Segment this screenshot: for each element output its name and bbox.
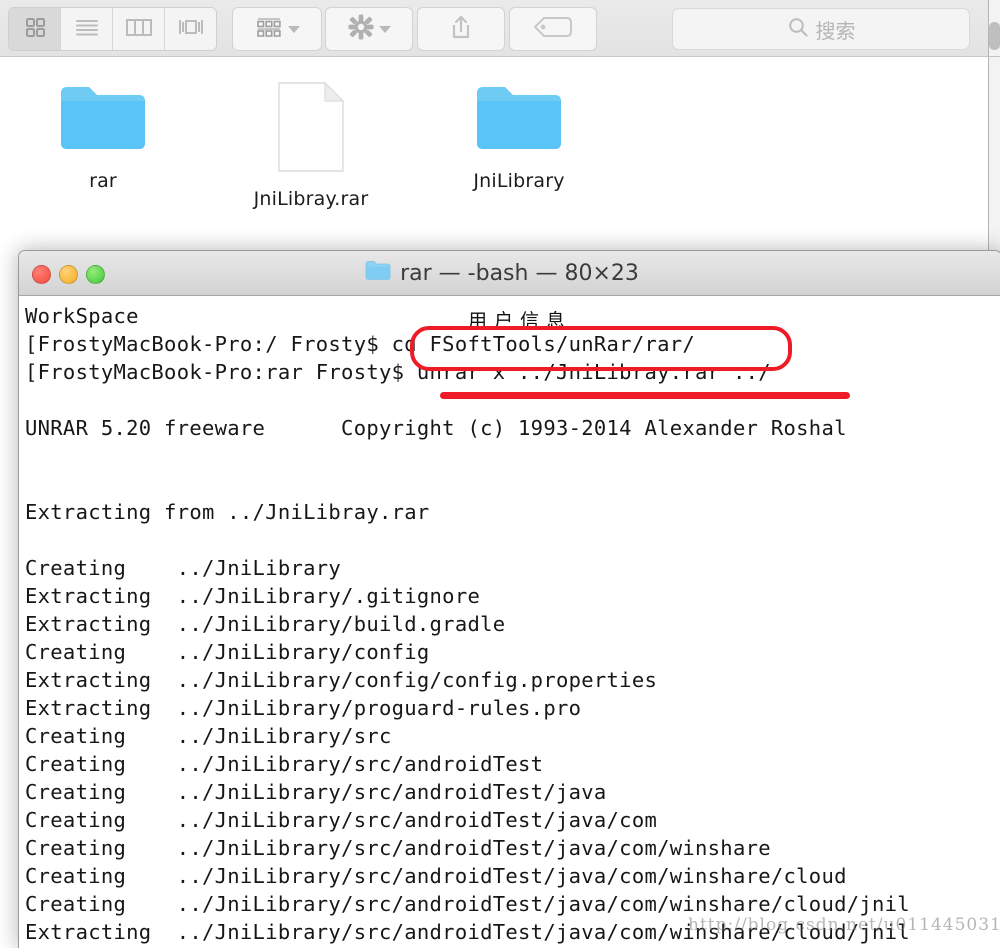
grid-icon [24, 16, 46, 43]
share-button[interactable] [417, 7, 505, 51]
screen-root: 搜索 rar JniLibray.rar JniLibrary rar — -b… [0, 0, 1000, 948]
file-label: JniLibray.rar [253, 188, 369, 210]
terminal-line: Extracting ../JniLibrary/proguard-rules.… [25, 696, 582, 720]
terminal-line: Creating ../JniLibrary/src/androidTest/j… [25, 780, 607, 804]
terminal-line: Extracting ../JniLibrary/src/androidTest… [25, 920, 910, 944]
chevron-down-icon [379, 25, 391, 33]
terminal-line: Extracting ../JniLibrary/.gitignore [25, 584, 481, 608]
terminal-line: Creating ../JniLibrary/src/androidTest/j… [25, 808, 658, 832]
gear-icon [347, 13, 375, 46]
file-item-rar[interactable]: rar [28, 81, 178, 192]
folder-icon [365, 260, 391, 287]
arrange-button[interactable] [232, 7, 322, 51]
scrollbar-thumb[interactable] [989, 22, 1000, 50]
file-label: rar [89, 170, 117, 192]
list-view-button[interactable] [61, 8, 113, 50]
search-input[interactable]: 搜索 [672, 8, 970, 50]
terminal-line: Creating ../JniLibrary/src/androidTest [25, 752, 544, 776]
tag-button[interactable] [509, 7, 597, 51]
search-icon [787, 16, 809, 43]
folder-icon [57, 87, 149, 159]
terminal-line: Extracting ../JniLibrary/build.gradle [25, 612, 506, 636]
terminal-line: Creating ../JniLibrary/src/androidTest/j… [25, 864, 847, 888]
terminal-line: Creating ../JniLibrary/src [25, 724, 392, 748]
finder-toolbar: 搜索 [0, 0, 988, 57]
terminal-line: Creating ../JniLibrary/src/androidTest/j… [25, 892, 910, 916]
arrange-icon [254, 15, 284, 44]
chevron-down-icon [288, 25, 300, 33]
terminal-line: Creating ../JniLibrary/config [25, 640, 430, 664]
finder-file-grid: rar JniLibray.rar JniLibrary [0, 57, 988, 262]
search-placeholder: 搜索 [815, 18, 856, 43]
annotation-red-underline [440, 392, 850, 399]
terminal-line: Creating ../JniLibrary [25, 556, 342, 580]
view-mode-segmented-control[interactable] [8, 7, 217, 51]
window-controls [32, 265, 105, 284]
finder-window: 搜索 rar JniLibray.rar JniLibrary [0, 0, 988, 262]
file-item-jnilibray-rar[interactable]: JniLibray.rar [236, 81, 386, 210]
coverflow-icon [176, 16, 206, 43]
list-icon [74, 16, 100, 43]
coverflow-view-button[interactable] [165, 8, 216, 50]
file-label: JniLibrary [473, 170, 565, 192]
annotation-red-box [410, 326, 792, 371]
close-button[interactable] [32, 265, 51, 284]
share-icon [448, 13, 474, 46]
terminal-line: UNRAR 5.20 freeware Copyright (c) 1993-2… [25, 416, 847, 440]
document-icon [273, 81, 349, 177]
terminal-title-text: rar — -bash — 80×23 [400, 260, 639, 286]
tag-icon [531, 14, 575, 45]
terminal-title: rar — -bash — 80×23 [365, 260, 639, 287]
zoom-button[interactable] [86, 265, 105, 284]
background-window-divider [988, 56, 1000, 57]
file-item-jnilibrary[interactable]: JniLibrary [444, 81, 594, 192]
terminal-line: Creating ../JniLibrary/src/androidTest/j… [25, 836, 771, 860]
column-view-button[interactable] [113, 8, 165, 50]
folder-icon [473, 87, 565, 159]
terminal-line: Extracting from ../JniLibray.rar [25, 500, 430, 524]
action-menu-button[interactable] [325, 7, 413, 51]
icon-view-button[interactable] [9, 8, 61, 50]
columns-icon [125, 16, 153, 43]
terminal-titlebar[interactable]: rar — -bash — 80×23 [19, 251, 1000, 296]
terminal-line: Extracting ../JniLibrary/config/config.p… [25, 668, 658, 692]
minimize-button[interactable] [59, 265, 78, 284]
